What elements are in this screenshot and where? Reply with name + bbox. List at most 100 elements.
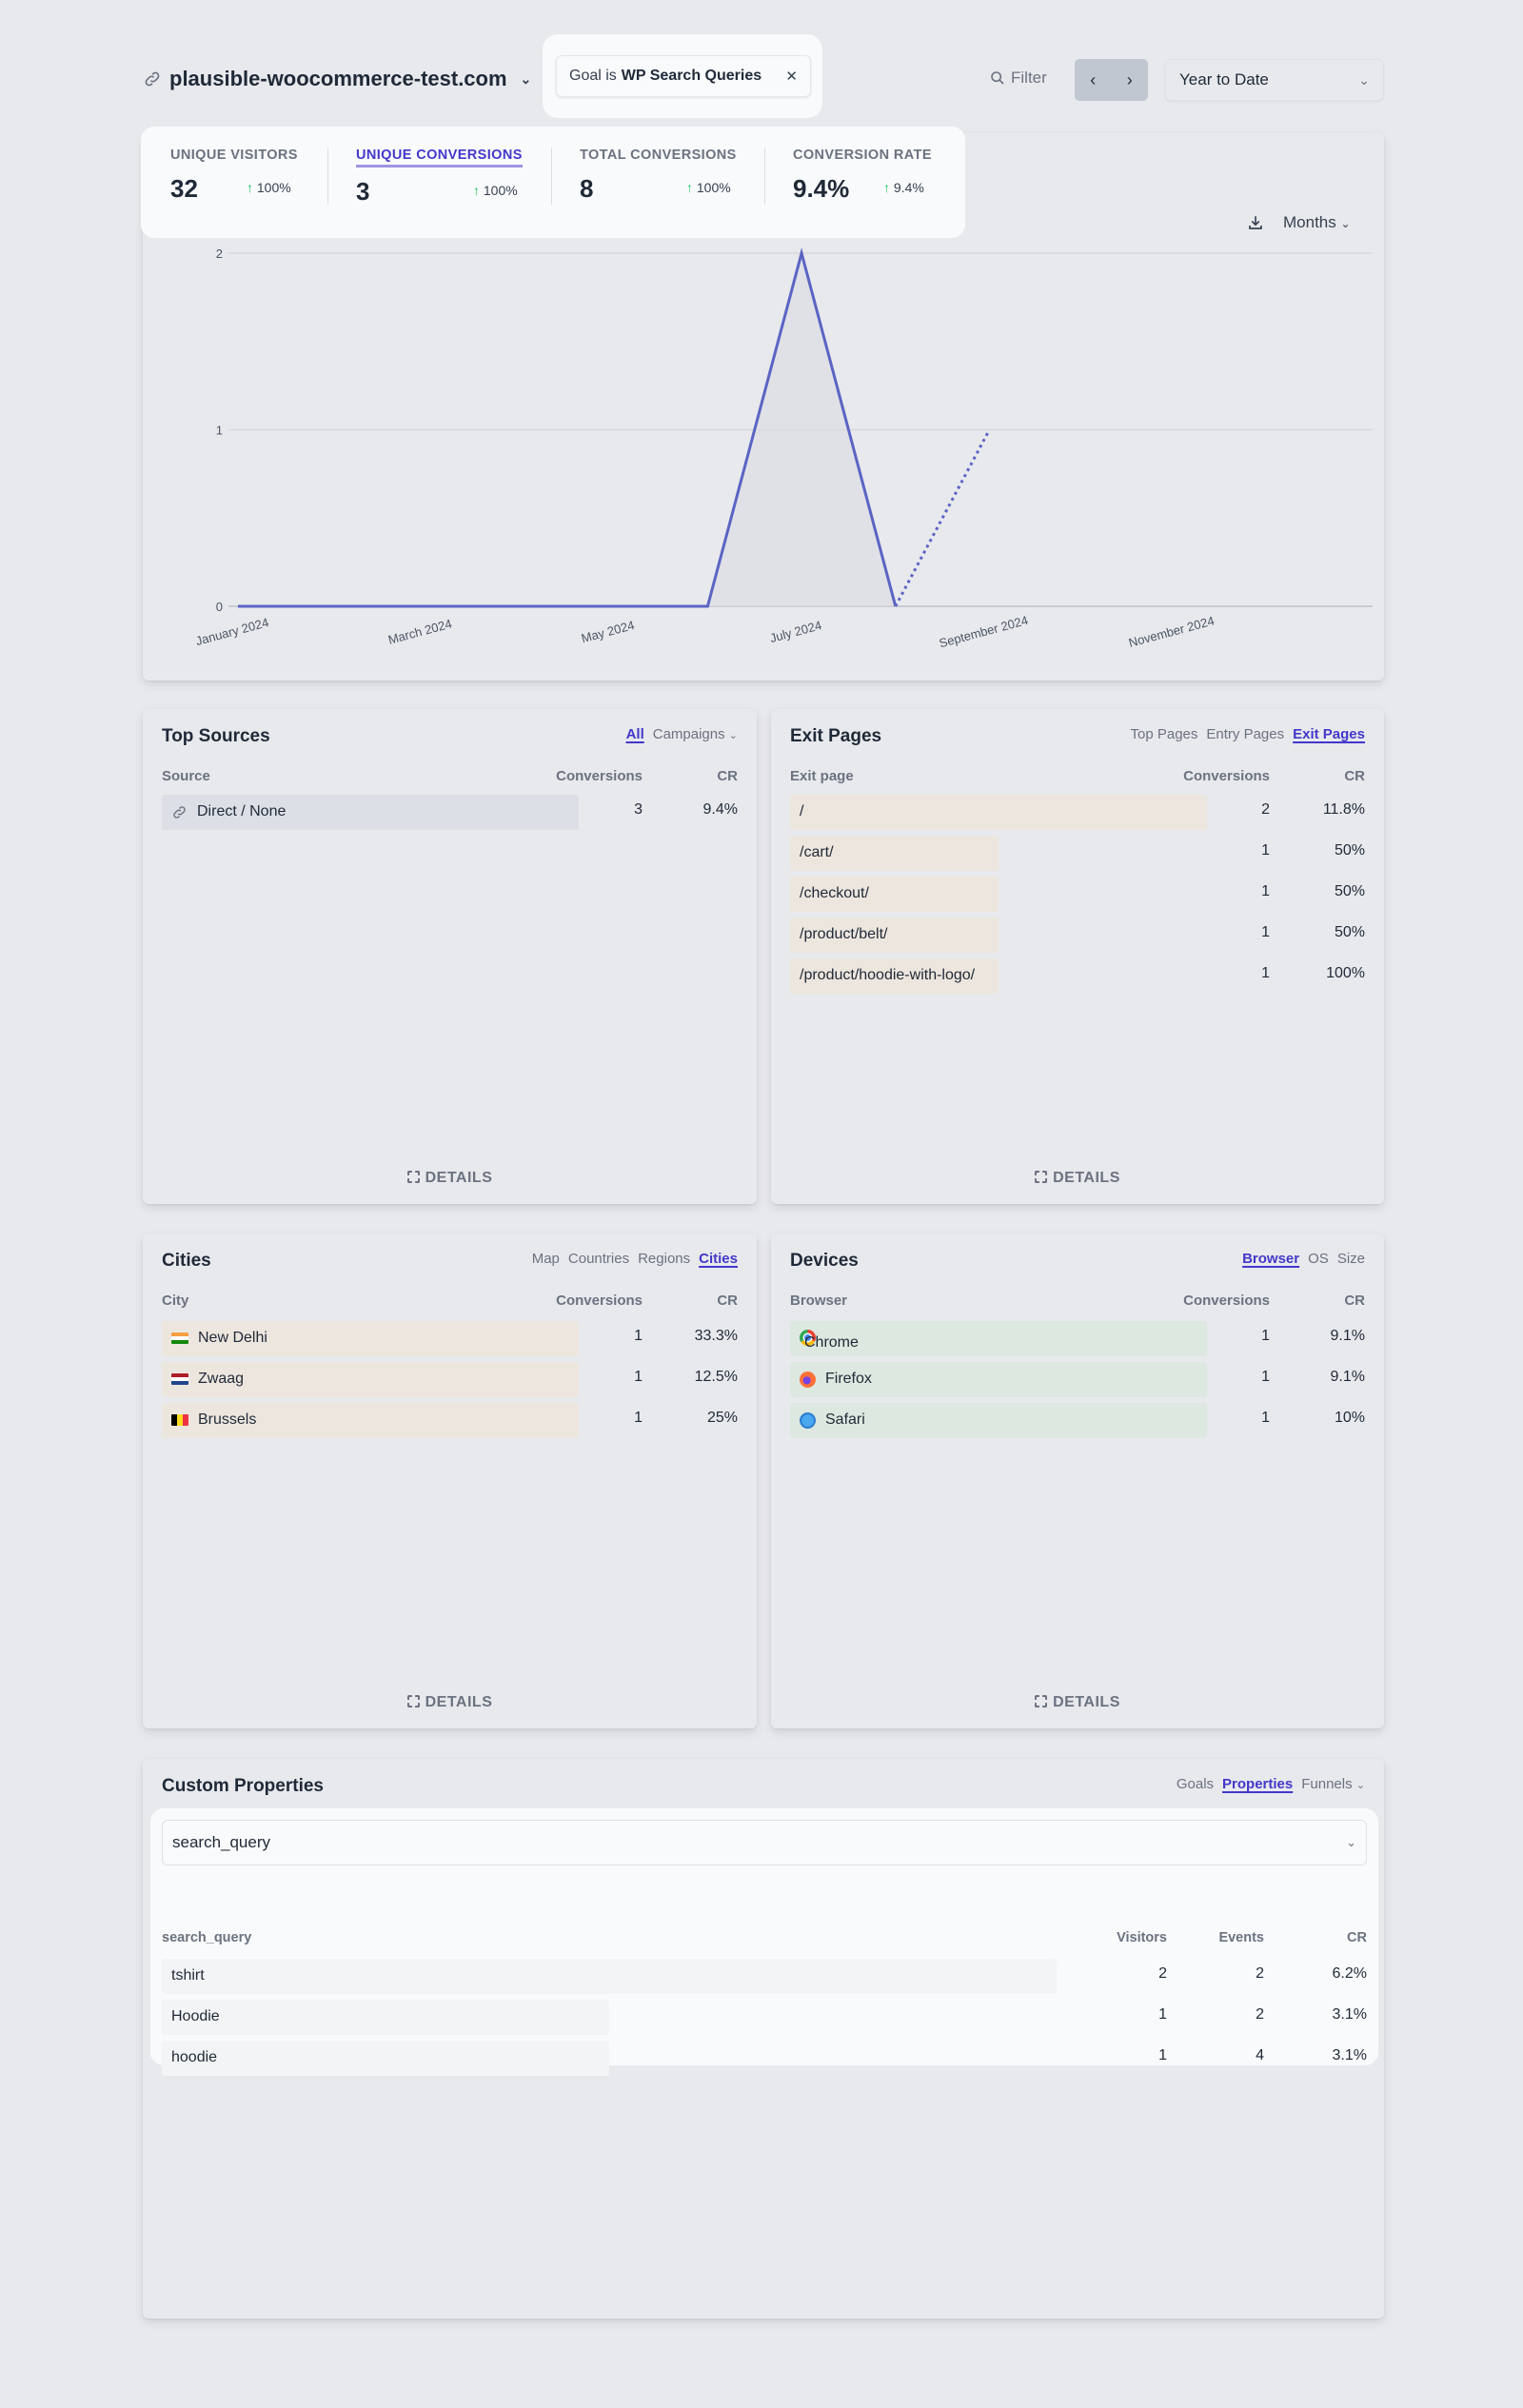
table-row[interactable]: /cart/ 1 50% — [790, 836, 1365, 871]
x-tick-label: May 2024 — [580, 618, 636, 645]
row-bar — [162, 1959, 1057, 1994]
cr-value: 50% — [1334, 883, 1365, 899]
panel-title: Top Sources — [162, 726, 270, 746]
cr-value: 6.2% — [1332, 1965, 1367, 1982]
y-tick-label: 2 — [216, 247, 223, 261]
stat-conversion-rate[interactable]: CONVERSION RATE 9.4% ↑ 9.4% — [793, 148, 932, 203]
row-label: Brussels — [171, 1411, 256, 1429]
tab-exit-pages[interactable]: Exit Pages — [1293, 726, 1365, 742]
details-button[interactable]: DETAILS — [771, 1170, 1384, 1187]
arrow-up-icon: ↑ — [473, 183, 480, 198]
chevron-down-icon: ⌄ — [1358, 71, 1370, 88]
table-row[interactable]: hoodie 1 4 3.1% — [162, 2041, 1367, 2076]
tab-map[interactable]: Map — [532, 1251, 560, 1267]
behaviour-tabs: Goals Properties Funnels ⌄ — [1177, 1776, 1365, 1792]
panel-title: Devices — [790, 1251, 859, 1271]
arrow-up-icon: ↑ — [247, 180, 253, 195]
table-row[interactable]: Brussels 1 25% — [162, 1403, 738, 1438]
property-select[interactable]: search_query ⌄ — [162, 1820, 1367, 1865]
tab-entry-pages[interactable]: Entry Pages — [1206, 726, 1284, 742]
x-tick-label: March 2024 — [386, 617, 453, 647]
table-row[interactable]: Firefox 1 9.1% — [790, 1362, 1365, 1397]
tab-size[interactable]: Size — [1337, 1251, 1365, 1267]
tab-all[interactable]: All — [626, 726, 644, 742]
conversions-value: 2 — [1261, 801, 1270, 818]
table-row[interactable]: Safari 1 10% — [790, 1403, 1365, 1438]
conversions-value: 3 — [634, 801, 643, 818]
arrow-up-icon: ↑ — [686, 180, 693, 195]
filter-button[interactable]: Filter — [990, 69, 1047, 88]
tab-top-pages[interactable]: Top Pages — [1131, 726, 1198, 742]
table-row[interactable]: / 2 11.8% — [790, 795, 1365, 830]
table-row[interactable]: /checkout/ 1 50% — [790, 877, 1365, 912]
events-value: 4 — [1256, 2047, 1264, 2063]
row-label: tshirt — [171, 1967, 205, 1984]
cr-value: 11.8% — [1322, 801, 1365, 818]
close-icon[interactable]: ✕ — [785, 68, 798, 85]
table-row[interactable]: Chrome 1 9.1% — [790, 1321, 1365, 1356]
goal-filter-pill[interactable]: Goal is WP Search Queries ✕ — [556, 55, 811, 97]
tab-campaigns[interactable]: Campaigns ⌄ — [653, 726, 738, 742]
top-bar: plausible-woocommerce-test.com ⌄ Goal is… — [143, 34, 1384, 118]
y-tick-label: 1 — [216, 424, 223, 438]
cr-value: 12.5% — [694, 1369, 738, 1385]
site-switcher[interactable]: plausible-woocommerce-test.com ⌄ — [143, 67, 531, 91]
download-icon[interactable] — [1247, 214, 1264, 231]
interval-picker[interactable]: Months ⌄ — [1283, 213, 1351, 232]
row-label: New Delhi — [171, 1330, 267, 1347]
tab-goals[interactable]: Goals — [1177, 1776, 1214, 1792]
tab-regions[interactable]: Regions — [638, 1251, 690, 1267]
expand-icon — [1035, 1695, 1048, 1707]
top-sources-panel: Top Sources All Campaigns ⌄ Source Conve… — [143, 709, 757, 1204]
x-tick-label: January 2024 — [194, 615, 270, 648]
table-row[interactable]: /product/hoodie-with-logo/ 1 100% — [790, 958, 1365, 994]
row-label: / — [800, 803, 804, 819]
tab-cities[interactable]: Cities — [699, 1251, 738, 1267]
row-label: Direct / None — [171, 803, 286, 820]
expand-icon — [406, 1695, 420, 1707]
previous-period-button[interactable]: ‹ — [1090, 70, 1096, 90]
panel-title: Custom Properties — [162, 1776, 324, 1796]
table-row[interactable]: Hoodie 1 2 3.1% — [162, 2000, 1367, 2035]
cr-value: 50% — [1334, 842, 1365, 859]
chrome-icon: Chrome — [800, 1330, 859, 1351]
row-label: hoodie — [171, 2049, 218, 2065]
table-row[interactable]: New Delhi 1 33.3% — [162, 1321, 738, 1356]
custom-properties-panel: Custom Properties Goals Properties Funne… — [143, 1759, 1384, 2319]
row-label: /product/hoodie-with-logo/ — [800, 967, 976, 983]
next-period-button[interactable]: › — [1127, 70, 1133, 90]
row-label: /checkout/ — [800, 885, 869, 901]
details-button[interactable]: DETAILS — [771, 1694, 1384, 1711]
device-tabs: Browser OS Size — [1242, 1251, 1365, 1267]
tab-os[interactable]: OS — [1308, 1251, 1329, 1267]
tab-properties[interactable]: Properties — [1222, 1776, 1293, 1792]
cr-value: 25% — [706, 1410, 738, 1426]
period-picker[interactable]: Year to Date ⌄ — [1165, 59, 1384, 101]
netherlands-flag-icon — [171, 1373, 188, 1385]
stat-unique-visitors[interactable]: UNIQUE VISITORS 32 ↑ 100% — [170, 148, 298, 203]
details-button[interactable]: DETAILS — [143, 1694, 757, 1711]
table-row[interactable]: tshirt 2 2 6.2% — [162, 1959, 1367, 1994]
stat-total-conversions[interactable]: TOTAL CONVERSIONS 8 ↑ 100% — [580, 148, 737, 203]
conversions-value: 1 — [1261, 883, 1270, 899]
series-line-incomplete — [894, 428, 991, 607]
row-bar — [162, 2041, 609, 2076]
visitors-value: 2 — [1158, 1965, 1167, 1982]
tab-countries[interactable]: Countries — [568, 1251, 629, 1267]
details-button[interactable]: DETAILS — [143, 1170, 757, 1187]
chevron-down-icon: ⌄ — [1355, 1780, 1365, 1791]
chevron-down-icon: ⌄ — [1346, 1835, 1356, 1849]
table-row[interactable]: Direct / None 3 9.4% — [162, 795, 738, 830]
tab-funnels[interactable]: Funnels ⌄ — [1301, 1776, 1365, 1792]
link-icon — [145, 71, 160, 87]
cr-value: 9.1% — [1330, 1369, 1365, 1385]
tab-browser[interactable]: Browser — [1242, 1251, 1299, 1267]
table-row[interactable]: /product/belt/ 1 50% — [790, 918, 1365, 953]
cr-value: 9.1% — [1330, 1328, 1365, 1344]
cr-value: 50% — [1334, 924, 1365, 940]
events-value: 2 — [1256, 1965, 1264, 1982]
expand-icon — [406, 1171, 420, 1183]
stat-unique-conversions[interactable]: UNIQUE CONVERSIONS 3 ↑ 100% — [356, 148, 523, 206]
graph-controls: Months ⌄ — [1247, 213, 1351, 232]
table-row[interactable]: Zwaag 1 12.5% — [162, 1362, 738, 1397]
